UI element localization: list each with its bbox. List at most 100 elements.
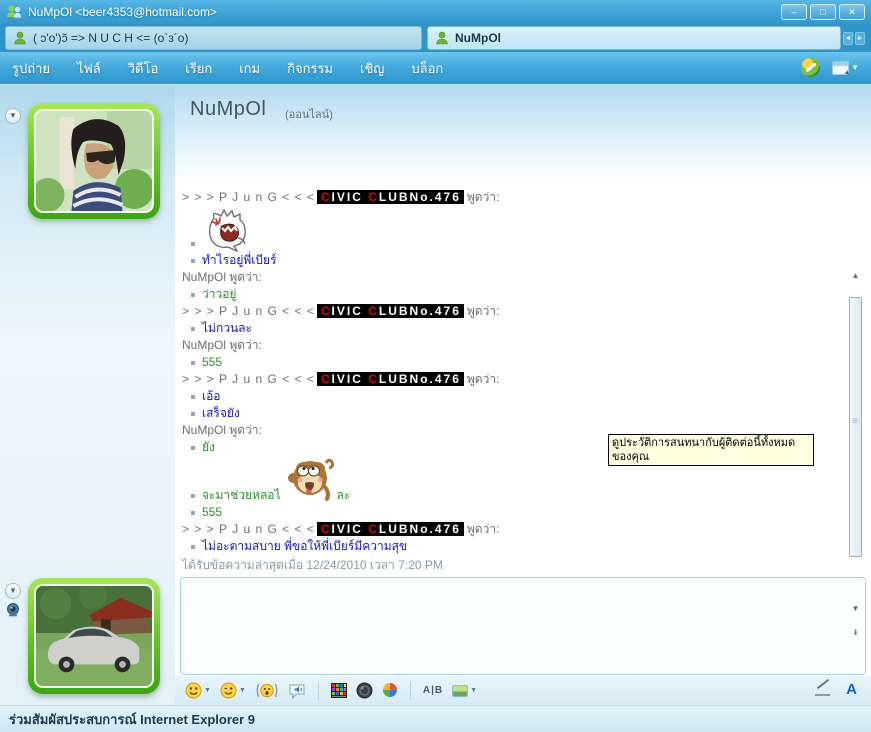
collapse-avatar-chevron-icon[interactable]: ▼ [5,108,21,124]
status-bar: ร่วมสัมผัสประสบการณ์ Internet Explorer 9 [0,705,871,732]
contact-person-icon [13,31,27,45]
layout-switcher: ▼ [832,61,859,75]
message-text: เอ้อ [202,388,221,405]
bullet-icon [191,361,195,365]
message-header: NuMpOl พูดว่า: [182,269,843,286]
self-display-picture[interactable] [28,578,160,694]
chat-message: ไม่กวนละ [182,320,843,337]
message-text: เสร็จยัง [202,405,240,422]
contact-name: NuMpOl [190,98,266,121]
self-photo-car [36,586,152,686]
webcam-icon[interactable] [5,602,21,618]
font-ab-icon: A|B [423,685,443,696]
conversation-tabs: ( ɔ'o')ɔ̃ => N U C H <= (o`з´o) NuMpOl ◄… [0,24,871,52]
scrollbar-thumb[interactable] [849,297,862,557]
angry-ghost-emoticon [204,208,250,252]
message-text: 555 [202,504,222,521]
says-label: พูดว่า: [467,304,500,318]
speaker-sphere-icon [356,682,373,699]
text-mode-icon[interactable]: A [846,681,857,698]
menubar-item-4[interactable]: เกม [239,58,260,79]
menubar-item-2[interactable]: วิดีโอ [128,58,159,79]
chat-message: ไม่อะตามสบาย พี่ขอให้พี่เบียร์มีความสุข [182,538,843,555]
messenger-window: NuMpOl <beer4353@hotmail.com> – □ ✕ ( ɔ'… [0,0,871,732]
nudge-icon [255,682,279,699]
bullet-icon [191,545,195,549]
color-grid-icon [331,683,347,698]
tab-scroll-left-icon[interactable]: ◄ [843,32,853,45]
whats-new-pen-icon[interactable] [801,58,820,77]
wink-picker-button[interactable]: ▼ [220,682,246,699]
scrollbar-up-icon[interactable]: ▲ [848,270,863,282]
monkey-emoticon [283,456,335,504]
wink-smiley-icon [220,682,237,699]
message-header: > > > P J u n G < < <CIVIC CLUBNo.476พูด… [182,371,843,388]
clan-name-highlight: CIVIC CLUBNo.476 [317,190,464,204]
activities-button[interactable] [382,682,398,699]
menubar: รูปถ่าย ไฟล์ วิดีโอ เรียก เกม กิจกรรม เชิญ บล็อ… [0,52,871,85]
font-button[interactable]: A|B [423,685,443,696]
emoticon-line [182,206,843,252]
chat-message: เอ้อ [182,388,843,405]
message-text: ไม่กวนละ [202,320,252,337]
menubar-item-0[interactable]: รูปถ่าย [12,58,50,79]
menubar-item-5[interactable]: กิจกรรม [287,58,333,79]
message-input[interactable] [181,578,865,674]
messenger-buddy-icon [6,4,22,20]
sender-name: > > > P J u n G < < < [182,304,315,318]
chevron-down-icon[interactable]: ▼ [851,63,859,72]
voice-clip-icon [288,682,306,699]
chevron-down-icon: ▼ [204,687,211,694]
minimize-button[interactable]: – [781,4,807,20]
message-text: ไม่อะตามสบาย พี่ขอให้พี่เบียร์มีความสุข [202,538,407,555]
sidebar: ▼ ▼ [0,85,175,705]
menubar-item-1[interactable]: ไฟล์ [77,58,101,79]
message-text: ว่าวอยู่ [202,286,236,303]
says-label: พูดว่า: [467,372,500,386]
chat-column: NuMpOl (ออนไลน์) > > > P J u n G < < <CI… [175,85,871,705]
close-button[interactable]: ✕ [839,4,865,20]
menubar-items: รูปถ่าย ไฟล์ วิดีโอ เรียก เกม กิจกรรม เชิญ บล็อ… [12,58,470,79]
clan-name-highlight: CIVIC CLUBNo.476 [317,304,464,318]
tab-nuch[interactable]: ( ɔ'o')ɔ̃ => N U C H <= (o`з´o) [5,26,422,50]
history-tooltip: ดูประวัติการสนทนากับผู้ติดต่อนี้ทั้งหมดข… [608,434,814,466]
message-text: จะมาช่วยหลอไ [202,487,281,504]
smiley-icon [185,682,202,699]
message-header: > > > P J u n G < < <CIVIC CLUBNo.476พูด… [182,521,843,538]
bullet-icon [191,242,195,246]
menubar-item-6[interactable]: เชิญ [360,58,384,79]
bullet-icon [191,446,195,450]
collapse-avatar-chevron-icon[interactable]: ▼ [5,583,21,599]
ie9-ad-link[interactable]: ร่วมสัมผัสประสบการณ์ Internet Explorer 9 [9,709,255,730]
tab-numpol[interactable]: NuMpOl [427,26,841,50]
message-text: ยัง [202,439,215,456]
audio-button[interactable] [356,682,373,699]
says-label: พูดว่า: [467,522,500,536]
background-picker-button[interactable]: ▼ [452,685,477,697]
bullet-icon [191,395,195,399]
maximize-button[interactable]: □ [810,4,836,20]
contact-display-picture[interactable] [28,103,160,219]
toolbar-separator [318,682,319,700]
layout-icon[interactable] [832,61,849,75]
sender-name: > > > P J u n G < < < [182,190,315,204]
voice-clip-button[interactable] [288,682,306,699]
contact-photo [36,111,152,211]
clan-name-highlight: CIVIC CLUBNo.476 [317,372,464,386]
message-header: > > > P J u n G < < <CIVIC CLUBNo.476พูด… [182,303,843,320]
scroll-to-bottom-icon[interactable]: ⇟ [848,627,863,639]
game-picker-button[interactable] [331,683,347,698]
message-header: > > > P J u n G < < <CIVIC CLUBNo.476พูด… [182,189,843,206]
menubar-item-7[interactable]: บล็อก [411,58,443,79]
chat-message: 555 [182,354,843,371]
menubar-item-3[interactable]: เรียก [185,58,212,79]
bullet-icon [191,494,195,498]
nudge-button[interactable] [255,682,279,699]
bullet-icon [191,511,195,515]
scrollbar-down-icon[interactable]: ▼ [848,603,863,615]
sender-name: > > > P J u n G < < < [182,372,315,386]
tab-scroll-right-icon[interactable]: ► [855,32,865,45]
handwriting-mode-icon[interactable] [814,680,832,698]
tab-label: NuMpOl [455,31,501,45]
emoticon-picker-button[interactable]: ▼ [185,682,211,699]
